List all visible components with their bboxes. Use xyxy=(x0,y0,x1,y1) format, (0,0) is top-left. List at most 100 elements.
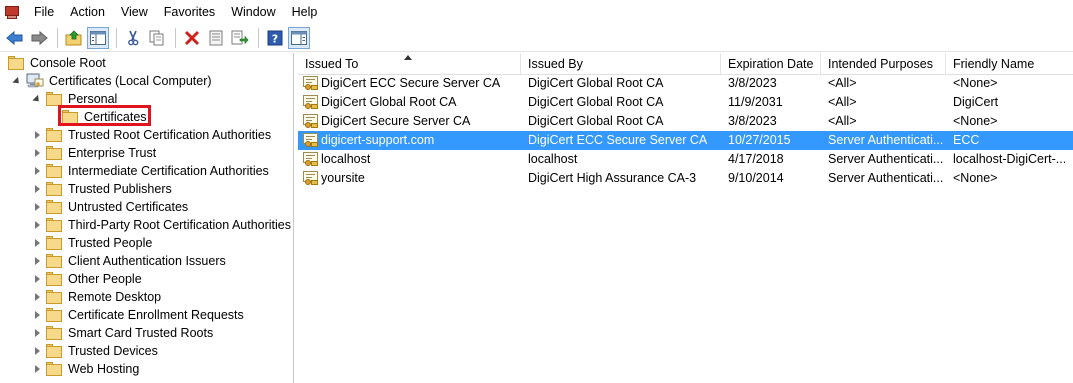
cell-friendly-name: <None> xyxy=(953,114,998,128)
tree-item-store[interactable]: Trusted Publishers xyxy=(32,180,174,198)
delete-icon xyxy=(184,30,200,45)
forward-button[interactable] xyxy=(28,27,50,49)
certificate-row[interactable]: digicert-support.com DigiCert ECC Secure … xyxy=(298,131,1073,150)
cell-expiration-date: 4/17/2018 xyxy=(728,152,784,166)
menu-file[interactable]: File xyxy=(26,1,62,23)
tree-label: Remote Desktop xyxy=(68,290,162,304)
expand-toggle[interactable] xyxy=(32,162,42,180)
tree-item-store[interactable]: Remote Desktop xyxy=(32,288,163,306)
tree-item-store[interactable]: Trusted People xyxy=(32,234,154,252)
expand-toggle[interactable] xyxy=(32,306,42,324)
tree-item-store[interactable]: Trusted Devices xyxy=(32,342,160,360)
column-header-label: Expiration Date xyxy=(728,57,814,71)
tree-item-store[interactable]: Web Hosting xyxy=(32,360,141,378)
tree-label: Smart Card Trusted Roots xyxy=(68,326,214,340)
console-tree[interactable]: Console Root Certificates (Local Compute… xyxy=(0,53,294,383)
expand-toggle[interactable] xyxy=(12,72,22,90)
column-header-label: Issued By xyxy=(528,57,583,71)
help-button[interactable]: ? xyxy=(264,27,286,49)
mmc-app-icon[interactable] xyxy=(4,4,20,20)
toolbar-separator xyxy=(258,27,259,48)
menu-favorites[interactable]: Favorites xyxy=(156,1,223,23)
tree-item-store[interactable]: Untrusted Certificates xyxy=(32,198,190,216)
column-header-intended-purposes[interactable]: Intended Purposes xyxy=(821,53,946,75)
cell-friendly-name: <None> xyxy=(953,171,998,185)
tree-label: Trusted People xyxy=(68,236,153,250)
copy-button[interactable] xyxy=(146,27,168,49)
cell-issued-by: DigiCert Global Root CA xyxy=(528,114,664,128)
up-one-level-button[interactable] xyxy=(63,27,85,49)
folder-icon xyxy=(46,290,62,304)
back-button[interactable] xyxy=(4,27,26,49)
menu-window[interactable]: Window xyxy=(223,1,283,23)
tree-item-certificates-local-computer[interactable]: Certificates (Local Computer) xyxy=(12,72,214,90)
expand-toggle[interactable] xyxy=(32,360,42,378)
properties-button[interactable] xyxy=(205,27,227,49)
tree-label: Certificates (Local Computer) xyxy=(49,74,212,88)
folder-icon xyxy=(46,128,62,142)
folder-icon xyxy=(46,236,62,250)
tree-item-store[interactable]: Smart Card Trusted Roots xyxy=(32,324,215,342)
expand-toggle[interactable] xyxy=(32,180,42,198)
show-hide-console-tree-button[interactable] xyxy=(87,26,109,49)
collapsed-chevron-icon xyxy=(34,329,40,337)
column-header-issued-by[interactable]: Issued By xyxy=(521,53,721,75)
cell-intended-purposes: <All> xyxy=(828,95,857,109)
tree-label: Web Hosting xyxy=(68,362,140,376)
tree-item-console-root[interactable]: Console Root xyxy=(4,54,108,72)
cell-intended-purposes: Server Authenticati... xyxy=(828,133,944,147)
menu-help[interactable]: Help xyxy=(284,1,326,23)
tree-item-store[interactable]: Enterprise Trust xyxy=(32,144,158,162)
tree-label: Enterprise Trust xyxy=(68,146,157,160)
expand-toggle[interactable] xyxy=(32,270,42,288)
cell-issued-by: DigiCert Global Root CA xyxy=(528,95,664,109)
expand-toggle[interactable] xyxy=(32,126,42,144)
expand-toggle[interactable] xyxy=(32,324,42,342)
collapsed-chevron-icon xyxy=(34,275,40,283)
menu-action[interactable]: Action xyxy=(62,1,113,23)
collapsed-chevron-icon xyxy=(34,167,40,175)
toolbar-separator xyxy=(116,27,117,48)
tree-item-store[interactable]: Certificate Enrollment Requests xyxy=(32,306,246,324)
certificate-row[interactable]: DigiCert ECC Secure Server CA DigiCert Gl… xyxy=(298,74,1073,93)
collapsed-chevron-icon xyxy=(34,311,40,319)
expand-toggle[interactable] xyxy=(32,144,42,162)
tree-item-store[interactable]: Client Authentication Issuers xyxy=(32,252,228,270)
certificate-list[interactable]: Issued To Issued By Expiration Date Inte… xyxy=(298,53,1073,383)
expand-toggle[interactable] xyxy=(32,252,42,270)
collapsed-chevron-icon xyxy=(34,257,40,265)
cell-friendly-name: <None> xyxy=(953,76,998,90)
expand-toggle[interactable] xyxy=(32,198,42,216)
show-hide-action-pane-button[interactable] xyxy=(288,26,310,49)
expand-toggle[interactable] xyxy=(32,90,42,108)
properties-icon xyxy=(209,30,223,45)
delete-button[interactable] xyxy=(181,27,203,49)
certificate-row[interactable]: yoursite DigiCert High Assurance CA-3 9/10… xyxy=(298,169,1073,188)
expand-toggle[interactable] xyxy=(32,288,42,306)
column-header-friendly-name[interactable]: Friendly Name xyxy=(946,53,1073,75)
folder-icon xyxy=(46,200,62,214)
annotation-highlight-box xyxy=(58,105,151,126)
certificate-icon xyxy=(303,95,319,110)
expand-toggle[interactable] xyxy=(32,234,42,252)
export-list-button[interactable] xyxy=(229,27,251,49)
expand-toggle[interactable] xyxy=(32,342,42,360)
tree-item-store[interactable]: Trusted Root Certification Authorities xyxy=(32,126,273,144)
toolbar-separator xyxy=(175,27,176,48)
certificate-row[interactable]: DigiCert Secure Server CA DigiCert Global… xyxy=(298,112,1073,131)
expand-toggle[interactable] xyxy=(32,216,42,234)
menu-view[interactable]: View xyxy=(113,1,156,23)
tree-item-store[interactable]: Intermediate Certification Authorities xyxy=(32,162,271,180)
certificate-row[interactable]: localhost localhost 4/17/2018 Server Authen… xyxy=(298,150,1073,169)
toolbar-separator xyxy=(57,27,58,48)
column-header-expiration-date[interactable]: Expiration Date xyxy=(721,53,821,75)
svg-text:?: ? xyxy=(272,32,278,45)
help-icon: ? xyxy=(267,30,283,45)
tree-item-store[interactable]: Other People xyxy=(32,270,144,288)
tree-item-store[interactable]: Third-Party Root Certification Authoriti… xyxy=(32,216,293,234)
certificate-row[interactable]: DigiCert Global Root CA DigiCert Global R… xyxy=(298,93,1073,112)
collapsed-chevron-icon xyxy=(34,293,40,301)
folder-icon xyxy=(46,344,62,358)
cut-button[interactable] xyxy=(122,27,144,49)
column-header-issued-to[interactable]: Issued To xyxy=(298,53,521,75)
